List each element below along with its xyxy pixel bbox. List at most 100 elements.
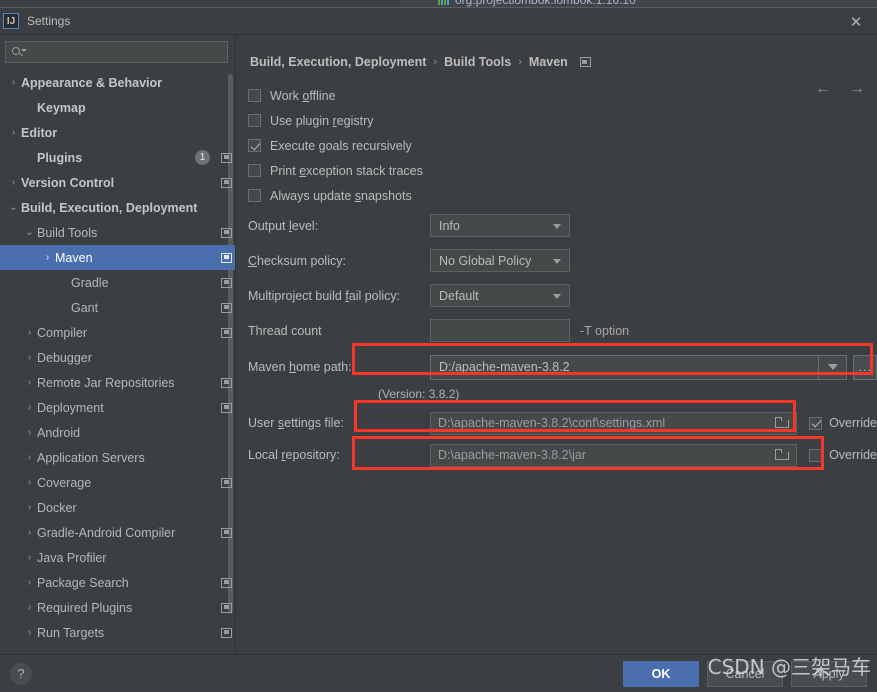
sidebar-item-android[interactable]: › Android xyxy=(0,420,235,445)
output-level-dropdown[interactable]: Info xyxy=(430,214,570,237)
search-container xyxy=(0,35,235,68)
dialog-title: Settings xyxy=(27,14,71,28)
sidebar-item-label: Coverage xyxy=(37,475,92,490)
checkbox-execute-goals-recursively[interactable] xyxy=(248,139,261,152)
checkbox-row-always-update-snapshots[interactable]: Always update snapshots xyxy=(248,183,877,208)
chevron-right-icon[interactable]: › xyxy=(6,177,21,188)
sidebar-item-gradle[interactable]: Gradle xyxy=(0,270,235,295)
checkbox-print-exception-stack-traces[interactable] xyxy=(248,164,261,177)
chevron-right-icon[interactable]: › xyxy=(6,77,21,88)
apply-button[interactable]: Apply xyxy=(791,660,867,687)
chevron-right-icon[interactable]: › xyxy=(40,252,55,263)
user-settings-file-row: User settings file: D:\apache-maven-3.8.… xyxy=(248,407,877,439)
checkbox-always-update-snapshots[interactable] xyxy=(248,189,261,202)
sidebar-item-plugins[interactable]: Plugins 1 xyxy=(0,145,235,170)
sidebar-item-docker[interactable]: › Docker xyxy=(0,495,235,520)
checkbox-row-use-plugin-registry[interactable]: Use plugin registry xyxy=(248,108,877,133)
sidebar-item-java-profiler[interactable]: › Java Profiler xyxy=(0,545,235,570)
chevron-down-icon[interactable] xyxy=(818,355,846,379)
checkbox-use-plugin-registry[interactable] xyxy=(248,114,261,127)
chevron-right-icon[interactable]: › xyxy=(22,427,37,438)
user-settings-file-field[interactable]: D:\apache-maven-3.8.2\conf\settings.xml xyxy=(430,411,798,435)
checkbox-row-execute-goals-recursively[interactable]: Execute goals recursively xyxy=(248,133,877,158)
chevron-right-icon[interactable]: › xyxy=(22,352,37,363)
sidebar-item-label: Gradle xyxy=(71,275,109,290)
sidebar-item-gradle-android-compiler[interactable]: › Gradle-Android Compiler xyxy=(0,520,235,545)
sidebar-item-label: Application Servers xyxy=(37,450,145,465)
checksum-policy-row: Checksum policy: No Global Policy xyxy=(248,243,877,278)
chevron-down-icon[interactable]: ⌄ xyxy=(22,227,37,238)
breadcrumb-item-1[interactable]: Build, Execution, Deployment xyxy=(250,55,426,69)
sidebar-item-label: Deployment xyxy=(37,400,104,415)
search-box[interactable] xyxy=(5,41,228,63)
settings-main-panel: Build, Execution, Deployment › Build Tools… xyxy=(236,35,877,654)
sidebar-item-required-plugins[interactable]: › Required Plugins xyxy=(0,595,235,620)
user-settings-override-toggle[interactable]: Override xyxy=(809,416,877,430)
checkbox-work-offline[interactable] xyxy=(248,89,261,102)
breadcrumb-separator: › xyxy=(518,56,522,68)
sidebar-item-run-targets[interactable]: › Run Targets xyxy=(0,620,235,645)
output-level-label: Output level: xyxy=(248,218,319,233)
sidebar-item-remote-jar-repositories[interactable]: › Remote Jar Repositories xyxy=(0,370,235,395)
local-repository-override-toggle[interactable]: Override xyxy=(809,448,877,462)
multiproject-policy-value: Default xyxy=(439,288,479,303)
sidebar-item-label: Plugins xyxy=(37,150,83,165)
search-input[interactable] xyxy=(25,45,227,59)
sidebar-item-package-search[interactable]: › Package Search xyxy=(0,570,235,595)
maven-home-path-row: Maven home path: D:/apache-maven-3.8.2 .… xyxy=(248,348,877,386)
help-button[interactable]: ? xyxy=(10,662,32,685)
local-repository-override-label: Override xyxy=(829,448,877,462)
sidebar-item-deployment[interactable]: › Deployment xyxy=(0,395,235,420)
sidebar-item-editor[interactable]: › Editor xyxy=(0,120,235,145)
checkbox-label: Execute goals recursively xyxy=(270,138,412,153)
folder-icon[interactable] xyxy=(775,449,790,460)
checksum-policy-dropdown[interactable]: No Global Policy xyxy=(430,249,570,272)
breadcrumb-item-2[interactable]: Build Tools xyxy=(444,55,511,69)
chevron-right-icon[interactable]: › xyxy=(22,502,37,513)
chevron-right-icon[interactable]: › xyxy=(6,127,21,138)
chevron-right-icon[interactable]: › xyxy=(22,627,37,638)
ok-button[interactable]: OK xyxy=(623,660,699,687)
sidebar-item-keymap[interactable]: Keymap xyxy=(0,95,235,120)
sidebar-item-gant[interactable]: Gant xyxy=(0,295,235,320)
chevron-right-icon[interactable]: › xyxy=(22,602,37,613)
chevron-right-icon[interactable]: › xyxy=(22,577,37,588)
sidebar-item-build-execution-deployment[interactable]: ⌄ Build, Execution, Deployment xyxy=(0,195,235,220)
local-repository-override-checkbox[interactable] xyxy=(809,448,823,462)
chevron-right-icon[interactable]: › xyxy=(22,377,37,388)
chevron-right-icon[interactable]: › xyxy=(22,452,37,463)
maven-home-browse-button[interactable]: ... xyxy=(853,354,877,380)
project-settings-icon xyxy=(221,277,232,288)
sidebar-item-maven[interactable]: › Maven xyxy=(0,245,235,270)
settings-dialog: IJ Settings ✕ › Appearance & Behavior Keym xyxy=(0,7,877,692)
sidebar-item-appearance-behavior[interactable]: › Appearance & Behavior xyxy=(0,70,235,95)
thread-count-input[interactable] xyxy=(430,319,570,342)
checkbox-row-work-offline[interactable]: Work offline xyxy=(248,83,877,108)
sidebar-item-version-control[interactable]: › Version Control xyxy=(0,170,235,195)
sidebar-item-label: Editor xyxy=(21,125,58,140)
chevron-right-icon[interactable]: › xyxy=(22,527,37,538)
chevron-right-icon[interactable]: › xyxy=(22,327,37,338)
chevron-down-icon[interactable]: ⌄ xyxy=(6,202,21,213)
project-settings-icon xyxy=(221,527,232,538)
cancel-button[interactable]: Cancel xyxy=(707,660,783,687)
folder-icon[interactable] xyxy=(775,417,790,428)
chevron-right-icon[interactable]: › xyxy=(22,552,37,563)
checkbox-row-print-exception-stack-traces[interactable]: Print exception stack traces xyxy=(248,158,877,183)
sidebar-item-label: Package Search xyxy=(37,575,129,590)
chevron-right-icon[interactable]: › xyxy=(22,402,37,413)
user-settings-override-checkbox[interactable] xyxy=(809,416,823,430)
local-repository-field[interactable]: D:\apache-maven-3.8.2\jar xyxy=(430,443,798,467)
project-settings-icon xyxy=(221,327,232,338)
sidebar-item-debugger[interactable]: › Debugger xyxy=(0,345,235,370)
sidebar-item-application-servers[interactable]: › Application Servers xyxy=(0,445,235,470)
close-icon[interactable]: ✕ xyxy=(835,8,877,35)
sidebar-item-build-tools[interactable]: ⌄ Build Tools xyxy=(0,220,235,245)
multiproject-policy-dropdown[interactable]: Default xyxy=(430,284,570,307)
chevron-right-icon[interactable]: › xyxy=(22,477,37,488)
sidebar-item-coverage[interactable]: › Coverage xyxy=(0,470,235,495)
project-settings-icon[interactable] xyxy=(579,57,591,67)
project-settings-icon xyxy=(221,252,232,263)
maven-home-path-dropdown[interactable]: D:/apache-maven-3.8.2 xyxy=(430,354,848,380)
sidebar-item-compiler[interactable]: › Compiler xyxy=(0,320,235,345)
